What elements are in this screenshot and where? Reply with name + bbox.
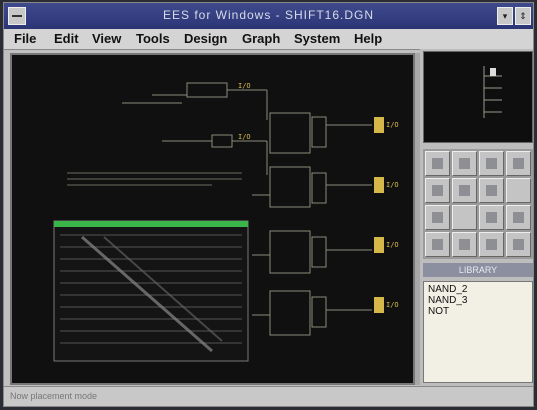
tool-delete-icon[interactable]: [506, 232, 531, 257]
io-label-3: I/O: [386, 121, 399, 129]
tool-probe-icon[interactable]: [479, 232, 504, 257]
library-item[interactable]: NAND_2: [428, 284, 528, 295]
bus-lines: [67, 172, 242, 186]
tool-and-gate-icon[interactable]: [425, 151, 450, 176]
io-label-1: I/O: [238, 82, 251, 90]
io-label-6: I/O: [386, 301, 399, 309]
library-title: LIBRARY: [423, 263, 533, 277]
tool-flipflop-icon[interactable]: [506, 151, 531, 176]
tool-buffer-icon[interactable]: [452, 178, 477, 203]
waveform-window: [53, 220, 249, 362]
restore-button[interactable]: ⇕: [515, 7, 531, 25]
menu-tools[interactable]: Tools: [136, 31, 170, 46]
tool-power-icon[interactable]: [452, 232, 477, 257]
menu-view[interactable]: View: [92, 31, 121, 46]
tool-palette: [423, 149, 533, 259]
library-item[interactable]: NOT: [428, 306, 528, 317]
schematic-canvas[interactable]: I/O I/O I/O I/O I/O I/O: [10, 53, 415, 385]
window-title: EES for Windows - SHIFT16.DGN: [162, 8, 375, 22]
library-item[interactable]: NAND_3: [428, 295, 528, 306]
tool-text-icon[interactable]: [506, 205, 531, 230]
io-label-2: I/O: [238, 133, 251, 141]
menu-bar: File Edit View Tools Design Graph System…: [4, 29, 533, 50]
preview-window: [423, 51, 533, 143]
tool-or-gate-icon[interactable]: [452, 151, 477, 176]
tool-blank-icon[interactable]: [506, 178, 531, 203]
io-label-4: I/O: [386, 181, 399, 189]
title-bar: EES for Windows - SHIFT16.DGN ▾ ⇕: [4, 3, 533, 29]
right-panel: LIBRARY NAND_2 NAND_3 NOT: [420, 49, 533, 386]
menu-graph[interactable]: Graph: [242, 31, 280, 46]
menu-system[interactable]: System: [294, 31, 340, 46]
menu-help[interactable]: Help: [354, 31, 382, 46]
status-bar: Now placement mode: [4, 386, 533, 406]
output-probes: [374, 117, 384, 313]
menu-file[interactable]: File: [14, 31, 36, 46]
menu-edit[interactable]: Edit: [54, 31, 79, 46]
tool-wire-icon[interactable]: [425, 178, 450, 203]
input-gate-2: [162, 134, 268, 175]
gate-column: [252, 112, 372, 336]
tool-xor-gate-icon[interactable]: [479, 151, 504, 176]
tool-clock-icon[interactable]: [479, 205, 504, 230]
tool-output-icon[interactable]: [452, 205, 477, 230]
minimize-button[interactable]: ▾: [497, 7, 513, 25]
tool-pointer-icon[interactable]: [479, 178, 504, 203]
tool-input-icon[interactable]: [425, 205, 450, 230]
tool-ground-icon[interactable]: [425, 232, 450, 257]
io-label-5: I/O: [386, 241, 399, 249]
menu-design[interactable]: Design: [184, 31, 227, 46]
status-text: Now placement mode: [10, 391, 98, 401]
library-list[interactable]: NAND_2 NAND_3 NOT: [423, 281, 533, 383]
app-window: EES for Windows - SHIFT16.DGN ▾ ⇕ File E…: [3, 2, 534, 407]
